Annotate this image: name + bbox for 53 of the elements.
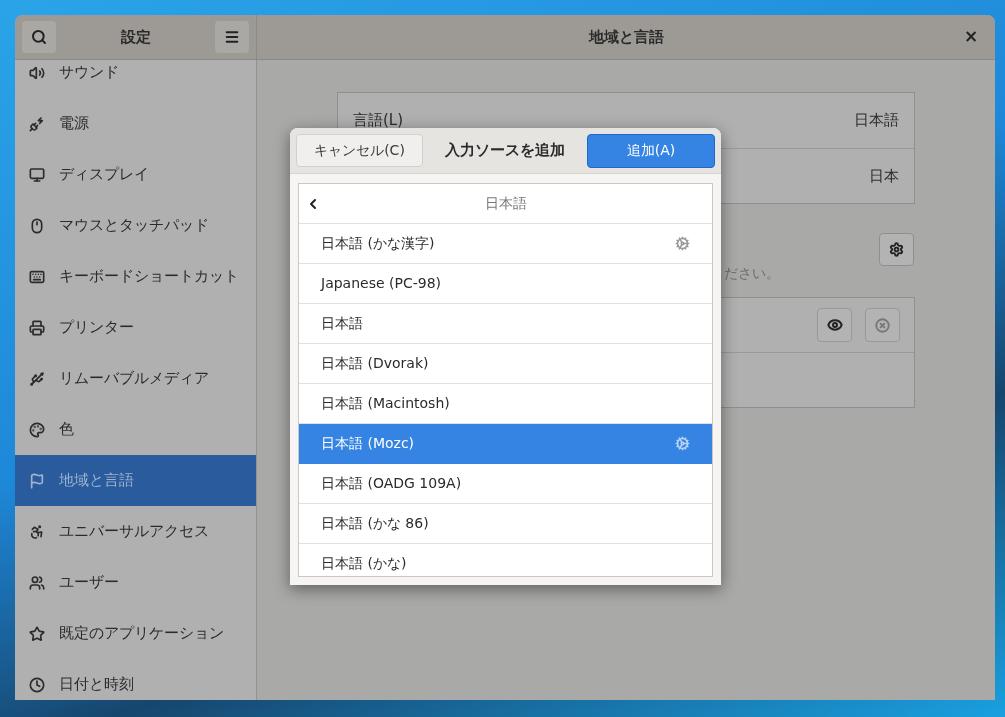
list-item[interactable]: Japanese (PC-98) <box>299 264 712 304</box>
menu-icon <box>224 29 240 45</box>
sidebar-item[interactable]: 既定のアプリケーション <box>15 608 256 659</box>
clock-icon <box>29 676 45 693</box>
sidebar-item[interactable]: サウンド <box>15 60 256 98</box>
monitor-icon <box>29 166 45 183</box>
search-button[interactable] <box>22 21 56 53</box>
list-item[interactable]: 日本語 (かな漢字) <box>299 224 712 264</box>
list-header: 日本語 <box>483 194 528 213</box>
flag-icon <box>29 472 45 489</box>
sidebar-item[interactable]: マウスとタッチパッド <box>15 200 256 251</box>
menu-button[interactable] <box>215 21 249 53</box>
row-value: 日本 <box>869 165 899 187</box>
row-value: 日本語 <box>854 110 899 132</box>
cancel-button[interactable]: キャンセル(C) <box>296 134 423 167</box>
users-icon <box>29 574 45 591</box>
row-label: 言語(L) <box>353 110 404 132</box>
sidebar-item[interactable]: キーボードショートカット <box>15 251 256 302</box>
list-item[interactable]: 日本語 <box>299 304 712 344</box>
add-button[interactable]: 追加(A) <box>587 133 715 168</box>
accessibility-icon <box>29 523 45 540</box>
list-item[interactable]: 日本語 (かな) <box>299 544 712 576</box>
sidebar-item[interactable]: 色 <box>15 404 256 455</box>
palette-icon <box>29 421 45 438</box>
list-item[interactable]: 日本語 (OADG 109A) <box>299 464 712 504</box>
sidebar-item[interactable]: ユーザー <box>15 557 256 608</box>
sidebar-item[interactable]: リムーバブルメディア <box>15 353 256 404</box>
sidebar-title: 設定 <box>120 26 151 48</box>
list-item[interactable]: 日本語 (かな 86) <box>299 504 712 544</box>
search-icon <box>31 29 47 45</box>
settings-button[interactable] <box>879 233 914 266</box>
sidebar-item[interactable]: プリンター <box>15 302 256 353</box>
plug-icon <box>29 115 45 132</box>
speaker-icon <box>29 64 45 81</box>
star-icon <box>29 625 45 642</box>
keyboard-icon <box>29 268 45 285</box>
list-item[interactable]: 日本語 (Dvorak) <box>299 344 712 384</box>
usb-icon <box>29 370 45 387</box>
close-button[interactable]: × <box>961 26 981 46</box>
dialog-title: 入力ソースを追加 <box>444 140 566 162</box>
printer-icon <box>29 319 45 336</box>
sidebar-item[interactable]: ディスプレイ <box>15 149 256 200</box>
hint-text: ださい。 <box>724 264 780 283</box>
preview-button[interactable] <box>817 308 852 342</box>
eye-icon <box>826 317 843 333</box>
sidebar-item[interactable]: 電源 <box>15 98 256 149</box>
sidebar-item[interactable]: ユニバーサルアクセス <box>15 506 256 557</box>
sidebar-item[interactable]: 日付と時刻 <box>15 659 256 700</box>
remove-icon <box>875 317 890 333</box>
window-title: 地域と言語 <box>588 26 664 48</box>
mouse-icon <box>29 217 45 234</box>
gear-icon <box>889 242 904 257</box>
list-item[interactable]: 日本語 (Mozc) <box>299 424 712 464</box>
